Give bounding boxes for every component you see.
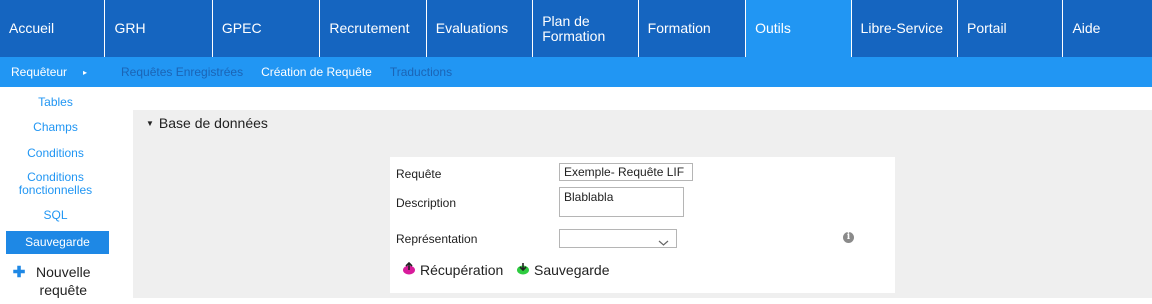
recuperation-label: Récupération (420, 262, 504, 278)
menu-item-tables[interactable]: Tables (0, 96, 111, 109)
tab-recrutement[interactable]: Recrutement (320, 0, 427, 57)
menu-item-sauvegarde[interactable]: Sauvegarde (6, 231, 109, 254)
menu-item-conditions[interactable]: Conditions (0, 147, 111, 160)
description-label: Description (396, 196, 457, 210)
requete-label: Requête (396, 167, 442, 181)
new-query-button[interactable]: ✚ Nouvelle requête (0, 263, 111, 299)
info-icon[interactable]: i (843, 232, 854, 243)
new-query-label: Nouvelle requête (36, 264, 91, 298)
tab-label: GPEC (221, 20, 262, 36)
tab-label: Recrutement (329, 20, 410, 36)
sauvegarde-button[interactable]: Sauvegarde (516, 262, 610, 278)
tab-label: Evaluations (435, 20, 509, 36)
tab-plan-de-formation[interactable]: Plan de Formation (533, 0, 639, 57)
description-textarea[interactable]: Blablabla (559, 187, 684, 217)
section-toggle-base-de-donnees[interactable]: ▼ Base de données (146, 115, 268, 131)
tab-portail[interactable]: Portail (958, 0, 1064, 57)
caret-down-icon: ▼ (146, 118, 154, 128)
sauvegarde-icon (516, 262, 530, 278)
section-title: Base de données (158, 115, 268, 131)
tab-label: GRH (114, 20, 146, 36)
sub-navigation-bar: Requêteur ▸ Requêtes Enregistrées Créati… (0, 57, 1152, 87)
subnav-item-creation-de-requete[interactable]: Création de Requête (261, 65, 372, 79)
subnav-requeteur-label: Requêteur (11, 65, 68, 79)
sauvegarde-label: Sauvegarde (534, 262, 610, 278)
caret-right-icon: ▸ (83, 67, 88, 77)
plus-icon: ✚ (12, 264, 26, 281)
tab-outils[interactable]: Outils (746, 0, 852, 57)
tab-grh[interactable]: GRH (105, 0, 213, 57)
menu-item-conditions-fonctionnelles[interactable]: Conditions fonctionnelles (0, 171, 111, 197)
tab-label: Portail (966, 20, 1007, 36)
tab-evaluations[interactable]: Evaluations (427, 0, 534, 57)
top-navigation-bar: Accueil GRH GPEC Recrutement Evaluations Plan… (0, 0, 1152, 57)
subnav-item-requetes-enregistrees[interactable]: Requêtes Enregistrées (121, 65, 243, 79)
subnav-requeteur[interactable]: Requêteur ▸ (0, 65, 121, 79)
representation-label: Représentation (396, 232, 478, 246)
tab-label: Plan de Formation (542, 12, 606, 44)
tab-libre-service[interactable]: Libre-Service (852, 0, 958, 57)
tab-accueil[interactable]: Accueil (0, 0, 106, 57)
query-form-card: Requête Description Blablabla Représenta… (390, 157, 895, 293)
main-panel: ▼ Base de données Requête Description Bl… (133, 110, 1152, 298)
requete-input[interactable] (559, 163, 693, 181)
tab-label: Formation (647, 20, 711, 36)
tab-label: Accueil (9, 20, 55, 36)
tab-gpec[interactable]: GPEC (213, 0, 321, 57)
recuperation-button[interactable]: Récupération (402, 261, 504, 278)
representation-select[interactable] (559, 229, 677, 248)
menu-item-champs[interactable]: Champs (0, 121, 111, 134)
tab-formation[interactable]: Formation (639, 0, 747, 57)
tab-label: Outils (755, 20, 791, 36)
tab-label: Aide (1072, 20, 1101, 36)
tab-label: Libre-Service (860, 20, 944, 36)
menu-item-conditions-fonctionnelles-label: Conditions fonctionnelles (18, 170, 93, 197)
tab-aide[interactable]: Aide (1063, 0, 1152, 57)
left-menu: Tables Champs Conditions Conditions fonc… (0, 87, 117, 304)
chevron-down-icon (658, 234, 669, 252)
menu-item-sql[interactable]: SQL (0, 209, 111, 222)
subnav-item-traductions[interactable]: Traductions (390, 65, 452, 79)
recuperation-icon (402, 261, 416, 278)
